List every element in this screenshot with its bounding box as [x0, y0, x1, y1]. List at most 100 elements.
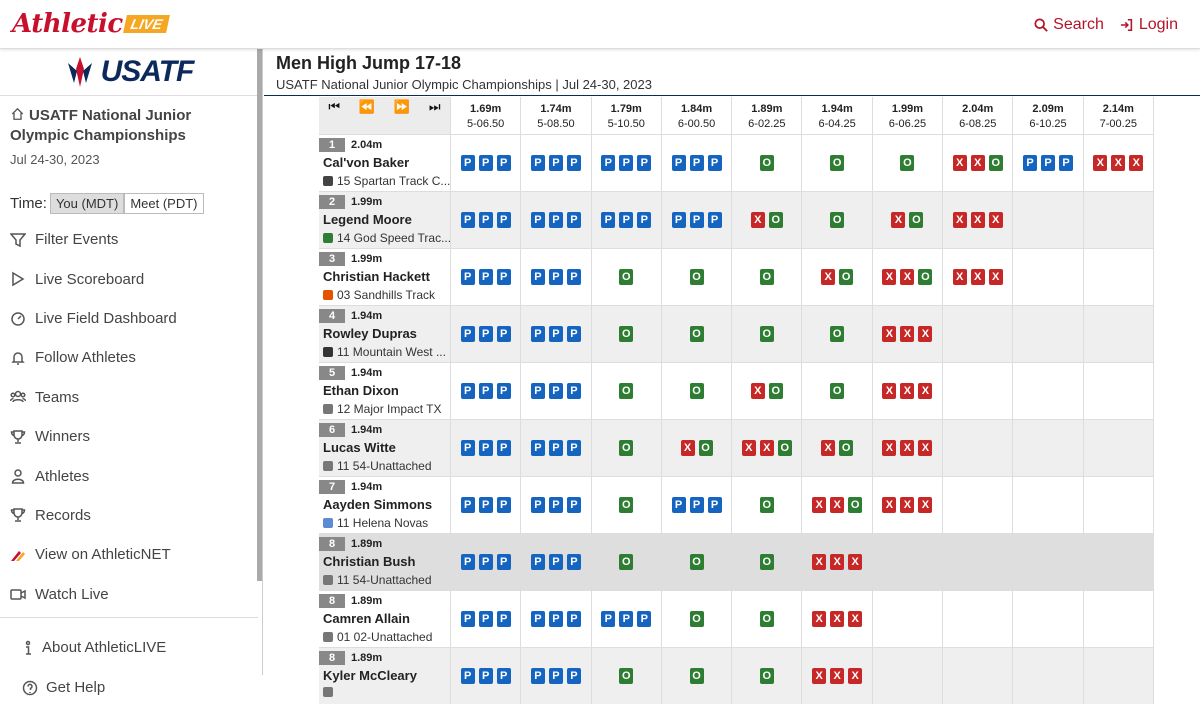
athlete-team: 14 God Speed Trac...: [319, 231, 450, 245]
team-logo-icon: [323, 632, 333, 642]
athlete-row[interactable]: 2 1.99m Legend Moore 14 God Speed Trac... P P…: [319, 191, 1154, 248]
athlete-name[interactable]: Ethan Dixon: [319, 383, 450, 398]
sidebar-item-get-help[interactable]: Get Help: [0, 668, 262, 708]
sidebar-item-filter-events[interactable]: Filter Events: [0, 220, 262, 259]
attempt-miss: X: [812, 554, 827, 570]
attempt-cell: [1013, 249, 1084, 305]
search-button[interactable]: Search: [1034, 16, 1104, 34]
athlete-row[interactable]: 5 1.94m Ethan Dixon 12 Major Impact TX P P P P P…: [319, 362, 1154, 419]
attempt-pass: P: [478, 440, 493, 456]
athlete-name[interactable]: Legend Moore: [319, 212, 450, 227]
athlete-name[interactable]: Aayden Simmons: [319, 497, 450, 512]
attempt-pass: P: [460, 155, 475, 171]
search-icon: [1034, 18, 1048, 32]
attempt-cell: O: [732, 477, 803, 533]
athlete-name[interactable]: Rowley Dupras: [319, 326, 450, 341]
best-mark: 1.99m: [351, 253, 383, 265]
sidebar-item-athleticnet[interactable]: View on AthleticNET: [0, 535, 262, 574]
sidebar-item-about[interactable]: About AthleticLIVE: [0, 628, 262, 668]
attempt-clear: O: [759, 554, 774, 570]
athlete-row[interactable]: 1 2.04m Cal'von Baker 15 Spartan Track C...…: [319, 134, 1154, 191]
last-page-icon[interactable]: ⏭: [429, 99, 441, 115]
attempt-miss: X: [988, 212, 1003, 228]
height-column-header: 2.09m 6-10.25: [1013, 97, 1084, 134]
athlete-name[interactable]: Lucas Witte: [319, 440, 450, 455]
attempt-pass: P: [619, 611, 634, 627]
sidebar-item-watch-live[interactable]: Watch Live: [0, 575, 262, 614]
athlete-row[interactable]: 8 1.89m Camren Allain 01 02-Unattached P P P P P…: [319, 590, 1154, 647]
athlete-name[interactable]: Christian Hackett: [319, 269, 450, 284]
attempt-cell: O: [592, 477, 662, 533]
attempt-pass: P: [478, 554, 493, 570]
athlete-row[interactable]: 3 1.99m Christian Hackett 03 Sandhills Trac…: [319, 248, 1154, 305]
attempt-cell: O: [662, 591, 733, 647]
athlete-info[interactable]: 3 1.99m Christian Hackett 03 Sandhills Trac…: [319, 249, 451, 305]
height-imperial: 6-00.50: [677, 118, 716, 130]
athlete-info[interactable]: 7 1.94m Aayden Simmons 11 Helena Novas: [319, 477, 451, 533]
meet-title[interactable]: USATF National Junior Olympic Championsh…: [0, 96, 262, 146]
athlete-row[interactable]: 7 1.94m Aayden Simmons 11 Helena Novas P P P P P…: [319, 476, 1154, 533]
attempt-miss: X: [918, 497, 933, 513]
sidebar: USATF USATF National Junior Olympic Cham…: [0, 49, 263, 696]
attempt-cell: PPP: [521, 420, 592, 476]
top-bar: Athletic LIVE Search Login: [0, 0, 1200, 49]
time-meet-button[interactable]: Meet (PDT): [124, 193, 204, 214]
attempt-cell: PPP: [521, 534, 592, 590]
athlete-info[interactable]: 5 1.94m Ethan Dixon 12 Major Impact TX: [319, 363, 451, 419]
athlete-name[interactable]: Christian Bush: [319, 554, 450, 569]
next-icon[interactable]: ⏩: [394, 99, 410, 115]
attempt-cell: [1084, 363, 1154, 419]
athlete-row[interactable]: 8 1.89m Christian Bush 11 54-Unattached P P P P…: [319, 533, 1154, 590]
sidebar-item-athletes[interactable]: Athletes: [0, 456, 262, 495]
athlete-row[interactable]: 6 1.94m Lucas Witte 11 54-Unattached P P P P P P O…: [319, 419, 1154, 476]
attempt-pass: P: [496, 155, 511, 171]
attempt-pass: P: [460, 269, 475, 285]
sidebar-item-label: Filter Events: [35, 231, 119, 249]
attempt-pass: P: [637, 155, 652, 171]
attempt-pass: P: [460, 611, 475, 627]
event-subtitle: USATF National Junior Olympic Championsh…: [276, 77, 652, 92]
athlete-row[interactable]: 4 1.94m Rowley Dupras 11 Mountain West ... P…: [319, 305, 1154, 362]
time-you-button[interactable]: You (MDT): [49, 193, 125, 214]
athlete-info[interactable]: 4 1.94m Rowley Dupras 11 Mountain West ...: [319, 306, 451, 362]
best-mark: 1.89m: [351, 538, 383, 550]
athlete-name[interactable]: Kyler McCleary: [319, 668, 450, 683]
sidebar-item-teams[interactable]: Teams: [0, 378, 262, 417]
sidebar-item-records[interactable]: Records: [0, 496, 262, 535]
team-logo-icon: [323, 176, 333, 186]
attempt-pass: P: [566, 383, 581, 399]
attempt-cell: O: [802, 192, 873, 248]
usatf-logo[interactable]: USATF: [0, 49, 258, 96]
attempt-cell: PPP: [521, 591, 592, 647]
athlete-name[interactable]: Cal'von Baker: [319, 155, 450, 170]
sidebar-item-live-field-dashboard[interactable]: Live Field Dashboard: [0, 299, 262, 338]
athlete-info[interactable]: 8 1.89m Christian Bush 11 54-Unattached: [319, 534, 451, 590]
sidebar-item-follow-athletes[interactable]: Follow Athletes: [0, 338, 262, 377]
best-mark: 1.94m: [351, 481, 383, 493]
athlete-info[interactable]: 1 2.04m Cal'von Baker 15 Spartan Track C...: [319, 135, 451, 191]
place-line: 5 1.94m: [319, 365, 450, 381]
athlete-team: 11 54-Unattached: [319, 573, 450, 587]
athlete-info[interactable]: 8 1.89m Camren Allain 01 02-Unattached: [319, 591, 451, 647]
team-logo-icon: [323, 575, 333, 585]
sidebar-scrollbar[interactable]: [257, 49, 262, 581]
sidebar-item-winners[interactable]: Winners: [0, 417, 262, 456]
login-button[interactable]: Login: [1120, 16, 1178, 34]
athlete-name[interactable]: Camren Allain: [319, 611, 450, 626]
athlete-info[interactable]: 8 1.89m Kyler McCleary: [319, 648, 451, 704]
sidebar-item-label: View on AthleticNET: [35, 546, 171, 564]
attempt-miss: X: [900, 497, 915, 513]
place-line: 8 1.89m: [319, 650, 450, 666]
previous-icon[interactable]: ⏪: [359, 99, 375, 115]
height-metric: 2.04m: [962, 103, 994, 115]
attempt-clear: O: [918, 269, 933, 285]
first-page-icon[interactable]: ⏮: [328, 99, 340, 115]
athlete-info[interactable]: 2 1.99m Legend Moore 14 God Speed Trac...: [319, 192, 451, 248]
athlete-info[interactable]: 6 1.94m Lucas Witte 11 54-Unattached: [319, 420, 451, 476]
sidebar-item-live-scoreboard[interactable]: Live Scoreboard: [0, 259, 262, 298]
athlete-row[interactable]: 8 1.89m Kyler McCleary P P P P P P O O O X X X: [319, 647, 1154, 704]
attempt-cell: PPP: [451, 534, 522, 590]
best-mark: 2.04m: [351, 139, 383, 151]
attempt-cell: O: [592, 534, 662, 590]
athleticlive-logo[interactable]: Athletic LIVE: [12, 9, 170, 39]
